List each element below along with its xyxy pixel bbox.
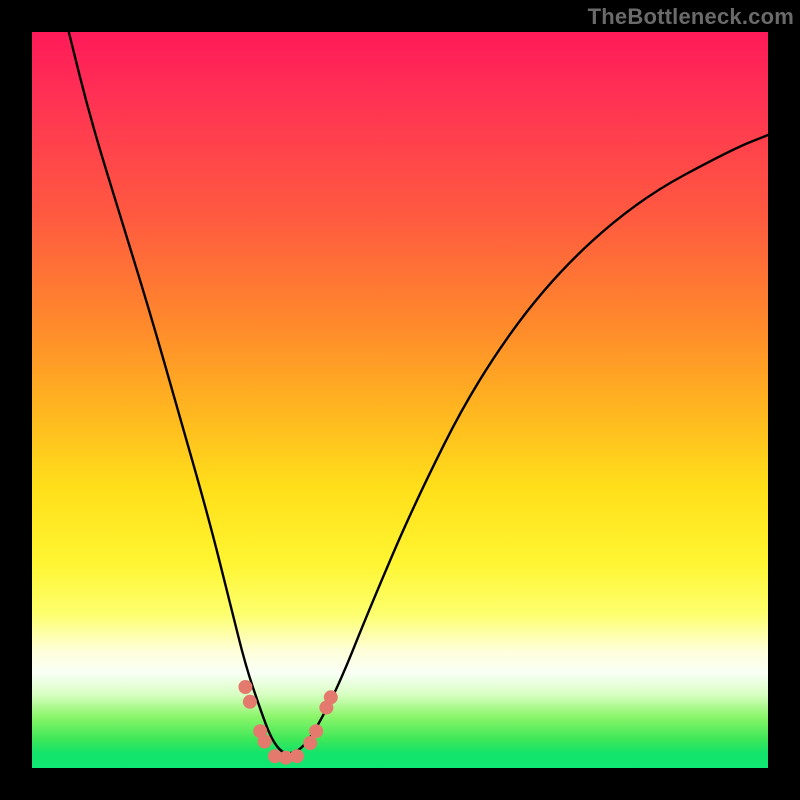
chart-frame: TheBottleneck.com (0, 0, 800, 800)
bottleneck-curve (69, 32, 768, 753)
watermark-text: TheBottleneck.com (588, 4, 794, 30)
curve-marker (324, 690, 338, 704)
curve-marker (243, 695, 257, 709)
curve-marker (309, 724, 323, 738)
curve-marker (258, 735, 272, 749)
curve-markers (238, 680, 337, 765)
chart-plot-area (32, 32, 768, 768)
curve-marker (238, 680, 252, 694)
curve-marker (290, 749, 304, 763)
chart-svg (32, 32, 768, 768)
